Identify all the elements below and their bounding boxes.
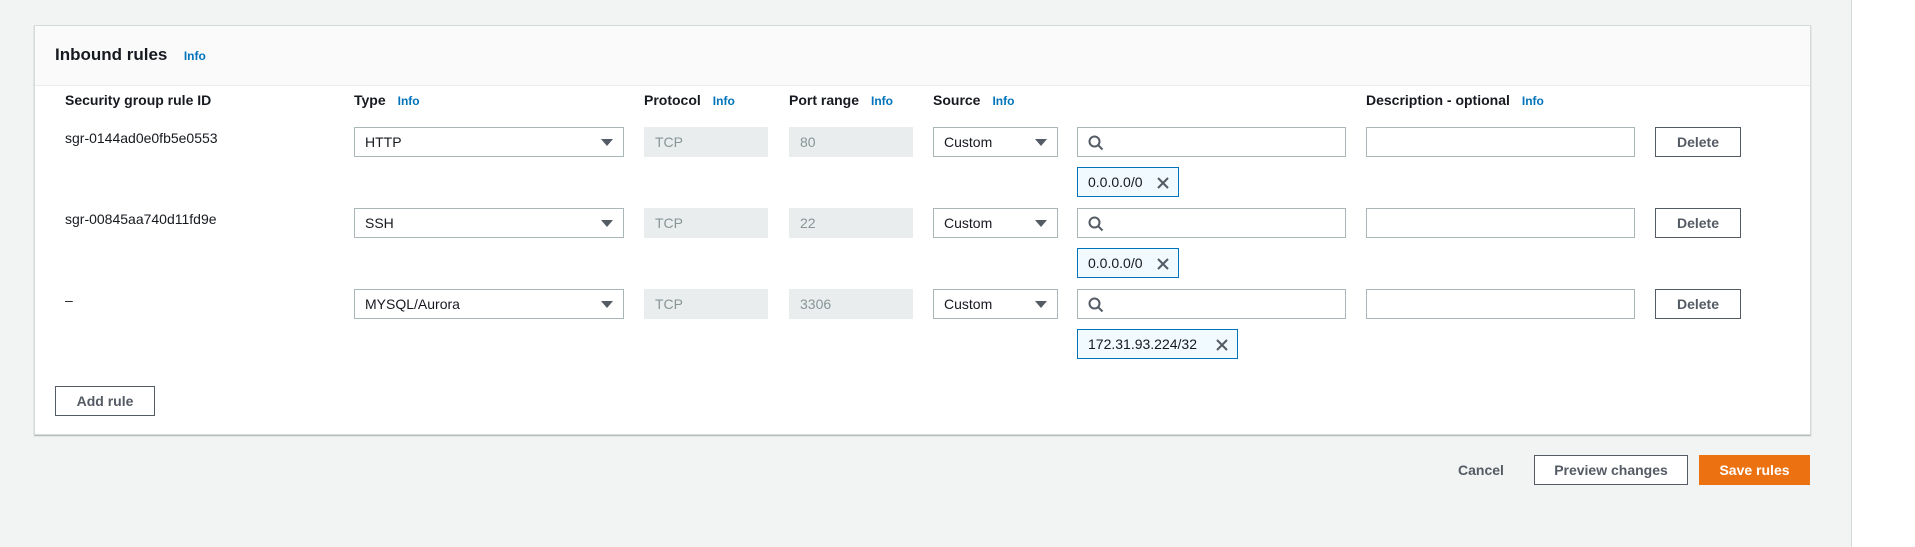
type-select[interactable]: HTTP xyxy=(354,127,624,157)
cancel-button[interactable]: Cancel xyxy=(1458,462,1504,478)
caret-down-icon xyxy=(601,220,613,227)
caret-down-icon xyxy=(1035,139,1047,146)
col-source: Source Info xyxy=(933,92,1014,108)
caret-down-icon xyxy=(1035,301,1047,308)
caret-down-icon xyxy=(1035,220,1047,227)
col-rule-id: Security group rule ID xyxy=(65,92,211,108)
protocol-field: TCP xyxy=(644,289,768,319)
delete-rule-button[interactable]: Delete xyxy=(1655,127,1741,157)
type-select-value: MYSQL/Aurora xyxy=(365,296,460,312)
panel-title: Inbound rules xyxy=(55,45,168,64)
cidr-token-label: 0.0.0.0/0 xyxy=(1088,255,1143,271)
cidr-token-label: 0.0.0.0/0 xyxy=(1088,174,1143,190)
description-input[interactable] xyxy=(1366,289,1635,319)
search-icon xyxy=(1088,135,1104,151)
col-description-label: Description - optional xyxy=(1366,92,1510,108)
scrollbar[interactable] xyxy=(1851,0,1915,547)
source-select[interactable]: Custom xyxy=(933,208,1058,238)
source-search-input[interactable] xyxy=(1077,289,1346,319)
rule-id: sgr-0144ad0e0fb5e0553 xyxy=(65,130,218,146)
cidr-token: 0.0.0.0/0 xyxy=(1077,248,1179,278)
description-input[interactable] xyxy=(1366,127,1635,157)
col-type: Type Info xyxy=(354,92,420,108)
type-select[interactable]: SSH xyxy=(354,208,624,238)
port-range-info-link[interactable]: Info xyxy=(871,94,893,108)
inbound-rules-panel: Inbound rules Info Security group rule I… xyxy=(34,25,1811,435)
col-source-label: Source xyxy=(933,92,981,108)
protocol-field: TCP xyxy=(644,127,768,157)
cidr-token-label: 172.31.93.224/32 xyxy=(1088,336,1197,352)
protocol-field: TCP xyxy=(644,208,768,238)
search-icon xyxy=(1088,216,1104,232)
preview-changes-button[interactable]: Preview changes xyxy=(1534,455,1688,485)
col-protocol-label: Protocol xyxy=(644,92,701,108)
col-port-range: Port range Info xyxy=(789,92,893,108)
source-select-value: Custom xyxy=(944,215,993,231)
type-info-link[interactable]: Info xyxy=(398,94,420,108)
rule-id: – xyxy=(65,292,73,308)
caret-down-icon xyxy=(601,139,613,146)
source-info-link[interactable]: Info xyxy=(992,94,1014,108)
panel-header: Inbound rules Info xyxy=(35,26,1810,86)
delete-rule-button[interactable]: Delete xyxy=(1655,289,1741,319)
caret-down-icon xyxy=(601,301,613,308)
source-select[interactable]: Custom xyxy=(933,127,1058,157)
source-search-input[interactable] xyxy=(1077,208,1346,238)
delete-rule-button[interactable]: Delete xyxy=(1655,208,1741,238)
col-port-range-label: Port range xyxy=(789,92,860,108)
cidr-token: 0.0.0.0/0 xyxy=(1077,167,1179,197)
col-protocol: Protocol Info xyxy=(644,92,735,108)
close-icon[interactable] xyxy=(1156,176,1170,190)
add-rule-button[interactable]: Add rule xyxy=(55,386,155,416)
col-type-label: Type xyxy=(354,92,386,108)
port-range-field: 80 xyxy=(789,127,913,157)
col-description: Description - optional Info xyxy=(1366,92,1544,108)
type-select[interactable]: MYSQL/Aurora xyxy=(354,289,624,319)
protocol-info-link[interactable]: Info xyxy=(713,94,735,108)
panel-info-link[interactable]: Info xyxy=(184,49,206,63)
description-input[interactable] xyxy=(1366,208,1635,238)
type-select-value: SSH xyxy=(365,215,394,231)
port-range-field: 22 xyxy=(789,208,913,238)
close-icon[interactable] xyxy=(1215,338,1229,352)
port-range-field: 3306 xyxy=(789,289,913,319)
source-select-value: Custom xyxy=(944,296,993,312)
source-select[interactable]: Custom xyxy=(933,289,1058,319)
col-rule-id-label: Security group rule ID xyxy=(65,92,212,108)
rule-id: sgr-00845aa740d11fd9e xyxy=(65,211,217,227)
description-info-link[interactable]: Info xyxy=(1522,94,1544,108)
save-rules-button[interactable]: Save rules xyxy=(1699,455,1810,485)
close-icon[interactable] xyxy=(1156,257,1170,271)
cidr-token: 172.31.93.224/32 xyxy=(1077,329,1238,359)
source-select-value: Custom xyxy=(944,134,993,150)
type-select-value: HTTP xyxy=(365,134,402,150)
source-search-input[interactable] xyxy=(1077,127,1346,157)
search-icon xyxy=(1088,297,1104,313)
